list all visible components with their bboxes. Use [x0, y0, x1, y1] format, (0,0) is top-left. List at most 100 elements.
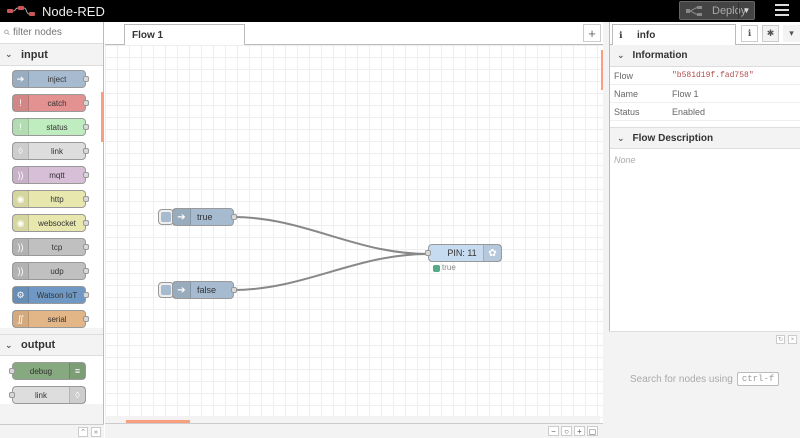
palette-node-status[interactable]: ! status: [12, 118, 89, 136]
input-port: [9, 368, 15, 374]
input-port[interactable]: [425, 250, 431, 256]
output-port[interactable]: [231, 287, 237, 293]
palette-node-label: mqtt: [49, 170, 65, 180]
info-value: Enabled: [672, 106, 706, 117]
palette-node-label: inject: [47, 74, 67, 84]
palette-node-catch[interactable]: ! catch: [12, 94, 89, 112]
deploy-button[interactable]: Deploy ▼: [679, 1, 755, 20]
shortcut-key: ctrl-f: [736, 372, 780, 386]
palette-node-serial[interactable]: ∬ serial: [12, 310, 89, 328]
output-port: [83, 100, 89, 106]
collapse-all-icon[interactable]: ⌃: [78, 427, 88, 437]
palette-node-mqtt[interactable]: )) mqtt: [12, 166, 89, 184]
node-palette: ⌄ input ➔ inject! catch! status ◊ link)) mqtt ◉…: [0, 22, 104, 438]
info-table: Flow "b581d19f.fad758" Name Flow 1 Statu…: [610, 67, 800, 121]
section-title: Information: [632, 50, 688, 61]
node-red-logo-icon: [7, 6, 35, 16]
app-logo: Node-RED: [6, 3, 105, 19]
flow-description-text: None: [614, 155, 636, 165]
link-icon: ◊: [69, 387, 85, 403]
output-port[interactable]: [231, 214, 237, 220]
flow-node-inject-true[interactable]: ➔ true: [172, 208, 237, 226]
main-menu-icon[interactable]: [775, 4, 789, 18]
wires-layer: [232, 216, 429, 291]
output-port: [83, 148, 89, 154]
raspberry-pi-icon: ✿: [483, 245, 501, 261]
palette-node-tcp[interactable]: )) tcp: [12, 238, 89, 256]
category-body: debug ≡ link ◊: [0, 356, 103, 404]
flow-node-inject-false[interactable]: ➔ false: [172, 281, 237, 299]
expand-all-icon[interactable]: »: [91, 427, 101, 437]
flow-canvas[interactable]: ➔ true ➔ false PIN: 11 ✿ true: [105, 45, 603, 423]
deploy-icon: [686, 5, 702, 16]
palette-category-output: ⌄ output debug ≡ link ◊: [0, 334, 103, 404]
filter-nodes-input[interactable]: [13, 27, 103, 38]
node-label: true: [197, 212, 213, 222]
exclamation-icon: !: [13, 119, 29, 135]
palette-node-label: catch: [47, 98, 67, 108]
palette-node-link[interactable]: link ◊: [9, 386, 86, 404]
info-value: "b581d19f.fad758": [672, 71, 754, 80]
palette-node-http[interactable]: ◉ http: [12, 190, 89, 208]
chevron-down-icon: ⌄: [5, 339, 13, 350]
palette-scrollbar[interactable]: [101, 92, 104, 142]
info-row: Name Flow 1: [610, 85, 800, 103]
category-header-output[interactable]: ⌄ output: [0, 334, 103, 356]
input-port: [9, 392, 15, 398]
globe-icon: ◉: [13, 215, 29, 231]
chevron-down-icon: ⌄: [617, 132, 625, 143]
palette-node-debug[interactable]: debug ≡: [9, 362, 86, 380]
help-text: Search for nodes using: [630, 373, 733, 385]
output-port: [83, 76, 89, 82]
refresh-icon[interactable]: ↻: [776, 335, 785, 344]
palette-node-inject[interactable]: ➔ inject: [12, 70, 89, 88]
help-panel: ↻ × Search for nodes using ctrl-f: [609, 331, 800, 438]
palette-node-link[interactable]: ◊ link: [12, 142, 89, 160]
palette-node-label: link: [50, 146, 63, 156]
palette-node-websocket[interactable]: ◉ websocket: [12, 214, 89, 232]
chevron-down-icon: ⌄: [617, 50, 625, 60]
wire: [232, 216, 429, 255]
palette-category-input: ⌄ input ➔ inject! catch ! status ◊ link)) mqtt ◉…: [0, 44, 103, 328]
exclamation-icon: !: [13, 95, 29, 111]
gear-icon: ⚙: [13, 287, 29, 303]
output-port: [83, 316, 89, 322]
info-icon[interactable]: ℹ: [741, 25, 758, 42]
wave-icon: )): [13, 239, 29, 255]
palette-node-udp[interactable]: )) udp: [12, 262, 89, 280]
flow-node-pin[interactable]: PIN: 11 ✿: [425, 244, 502, 262]
output-port: [83, 124, 89, 130]
workspace-tabs: Flow 1 +: [105, 22, 603, 45]
information-section-header[interactable]: ⌄ Information: [610, 45, 800, 67]
palette-node-label: http: [50, 194, 64, 204]
bug-icon[interactable]: ✱: [762, 25, 779, 42]
navigator-icon[interactable]: ▢: [587, 426, 598, 436]
info-value: Flow 1: [672, 88, 699, 99]
section-title: Flow Description: [632, 132, 714, 144]
list-icon: ≡: [69, 363, 85, 379]
tab-label: info: [637, 29, 656, 41]
zoom-out-icon[interactable]: −: [548, 426, 559, 436]
output-port: [83, 244, 89, 250]
node-status-text: true: [442, 263, 456, 272]
help-hint: Search for nodes using ctrl-f: [630, 372, 780, 386]
search-icon: [4, 29, 10, 36]
wave-icon: )): [13, 167, 29, 183]
tab-flow-1[interactable]: Flow 1: [124, 24, 245, 45]
category-label: input: [21, 48, 48, 61]
zoom-in-icon[interactable]: +: [574, 426, 585, 436]
info-key: Status: [614, 106, 640, 117]
canvas-footer: − ○ + ▢: [105, 423, 603, 438]
add-flow-icon[interactable]: +: [583, 24, 601, 42]
zoom-reset-icon[interactable]: ○: [561, 426, 572, 436]
tab-info[interactable]: ℹ info: [612, 24, 736, 45]
flow-description-header[interactable]: ⌄ Flow Description: [610, 127, 800, 149]
globe-icon: ◉: [13, 191, 29, 207]
palette-node-label: tcp: [51, 242, 63, 252]
close-icon[interactable]: ×: [788, 335, 797, 344]
chevron-down-icon[interactable]: ▾: [783, 25, 800, 42]
category-header-input[interactable]: ⌄ input: [0, 44, 103, 66]
arrow-in-icon: ➔: [173, 209, 191, 225]
palette-node-watson-iot[interactable]: ⚙ Watson IoT: [12, 286, 89, 304]
deploy-dropdown-icon[interactable]: ▼: [738, 2, 754, 19]
